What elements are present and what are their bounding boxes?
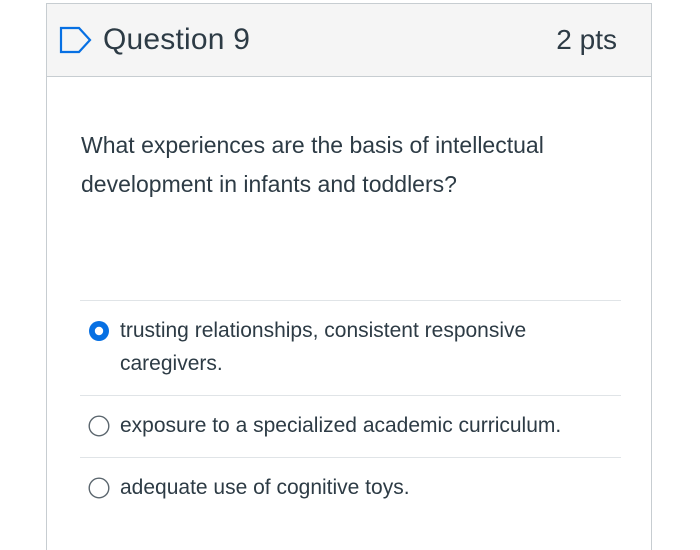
answer-option-2[interactable]: exposure to a specialized academic curri… bbox=[80, 395, 621, 457]
radio-unselected-icon[interactable] bbox=[88, 415, 110, 437]
question-text: What experiences are the basis of intell… bbox=[81, 132, 544, 197]
answer-list: trusting relationships, consistent respo… bbox=[80, 300, 621, 519]
quiz-page: Question 9 2 pts What experiences are th… bbox=[0, 0, 700, 550]
question-header-left: Question 9 bbox=[59, 23, 250, 57]
flag-question-icon[interactable] bbox=[59, 26, 93, 54]
question-body: What experiences are the basis of intell… bbox=[47, 77, 651, 204]
question-header: Question 9 2 pts bbox=[47, 4, 651, 77]
answer-option-3[interactable]: adequate use of cognitive toys. bbox=[80, 457, 621, 519]
question-card: Question 9 2 pts What experiences are th… bbox=[46, 3, 652, 550]
answer-label-2: exposure to a specialized academic curri… bbox=[120, 414, 562, 437]
question-title: Question 9 bbox=[103, 23, 251, 56]
answer-option-1[interactable]: trusting relationships, consistent respo… bbox=[80, 300, 621, 395]
question-points: 2 pts bbox=[556, 24, 617, 55]
radio-unselected-icon[interactable] bbox=[88, 477, 110, 499]
answer-label-1: trusting relationships, consistent respo… bbox=[120, 319, 527, 375]
answer-label-3: adequate use of cognitive toys. bbox=[120, 476, 410, 499]
radio-selected-icon[interactable] bbox=[88, 320, 110, 342]
